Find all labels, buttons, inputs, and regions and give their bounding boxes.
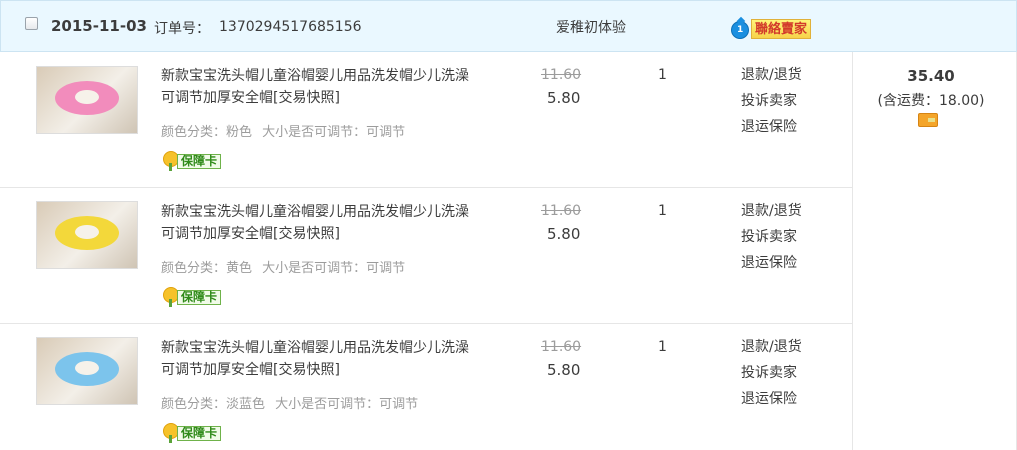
unit-price: 5.80 [547, 89, 581, 107]
order-date: 2015-11-03 [51, 17, 147, 35]
original-price: 11.60 [541, 339, 582, 355]
product-title-line-1: 新款宝宝洗头帽儿童浴帽婴儿用品洗发帽少儿洗澡 [161, 204, 469, 220]
quantity: 1 [658, 67, 667, 83]
product-title-link[interactable]: 新款宝宝洗头帽儿童浴帽婴儿用品洗发帽少儿洗澡 可调节加厚安全帽[交易快照] [161, 201, 501, 245]
original-price: 11.60 [541, 203, 582, 219]
product-thumbnail[interactable] [36, 337, 138, 405]
shower-cap-image [55, 216, 119, 250]
product-title-line-2: 可调节加厚安全帽[交易快照] [161, 362, 340, 378]
order-select-checkbox[interactable] [25, 17, 38, 30]
unit-price: 5.80 [547, 361, 581, 379]
product-title-link[interactable]: 新款宝宝洗头帽儿童浴帽婴儿用品洗发帽少儿洗澡 可调节加厚安全帽[交易快照] [161, 65, 501, 109]
guarantee-card-label: 保障卡 [177, 154, 222, 169]
product-thumbnail[interactable] [36, 201, 138, 269]
guarantee-card-label: 保障卡 [177, 290, 222, 305]
order-total-amount: 35.40 [907, 67, 955, 85]
spec-size: 大小是否可调节：可调节 [262, 261, 406, 276]
product-title-line-2: 可调节加厚安全帽[交易快照] [161, 226, 340, 242]
product-thumbnail[interactable] [36, 66, 138, 134]
wangwang-badge: 1 [737, 25, 744, 35]
order-total-column: 35.40 (含运费：18.00) [852, 52, 1017, 450]
item-actions: 退款/退货 投诉卖家 退运保险 [741, 334, 802, 412]
product-title-line-1: 新款宝宝洗头帽儿童浴帽婴儿用品洗发帽少儿洗澡 [161, 68, 469, 84]
complain-seller-link[interactable]: 投诉卖家 [741, 88, 802, 114]
refund-return-link[interactable]: 退款/退货 [741, 198, 802, 224]
order-header: 2015-11-03 订单号： 1370294517685156 爱稚初体验 1… [0, 0, 1017, 52]
product-spec: 颜色分类：黄色 大小是否可调节：可调节 [161, 257, 411, 276]
spec-color: 颜色分类：淡蓝色 [161, 397, 266, 412]
complain-seller-link[interactable]: 投诉卖家 [741, 224, 802, 250]
refund-return-link[interactable]: 退款/退货 [741, 334, 802, 360]
spec-color: 颜色分类：黄色 [161, 261, 253, 276]
order-card: 2015-11-03 订单号： 1370294517685156 爱稚初体验 1… [0, 0, 1017, 450]
guarantee-card-badge[interactable]: 保障卡 [161, 151, 225, 171]
shower-cap-image [55, 352, 119, 386]
quantity: 1 [658, 203, 667, 219]
item-actions: 退款/退货 投诉卖家 退运保险 [741, 198, 802, 276]
original-price: 11.60 [541, 67, 582, 83]
order-item-row: 新款宝宝洗头帽儿童浴帽婴儿用品洗发帽少儿洗澡 可调节加厚安全帽[交易快照] 颜色… [0, 52, 852, 188]
refund-return-link[interactable]: 退款/退货 [741, 62, 802, 88]
spec-size: 大小是否可调节：可调节 [275, 397, 419, 412]
guarantee-card-badge[interactable]: 保障卡 [161, 423, 225, 443]
guarantee-card-label: 保障卡 [177, 426, 222, 441]
spec-size: 大小是否可调节：可调节 [262, 125, 406, 140]
product-spec: 颜色分类：淡蓝色 大小是否可调节：可调节 [161, 393, 424, 412]
guarantee-card-badge[interactable]: 保障卡 [161, 287, 225, 307]
product-title-link[interactable]: 新款宝宝洗头帽儿童浴帽婴儿用品洗发帽少儿洗澡 可调节加厚安全帽[交易快照] [161, 337, 501, 381]
contact-seller-button[interactable]: 1 聯絡賣家 [731, 18, 817, 40]
order-item-row: 新款宝宝洗头帽儿童浴帽婴儿用品洗发帽少儿洗澡 可调节加厚安全帽[交易快照] 颜色… [0, 324, 852, 450]
item-actions: 退款/退货 投诉卖家 退运保险 [741, 62, 802, 140]
shipping-fee-note: (含运费：18.00) [877, 93, 985, 109]
order-number-label: 订单号： [154, 21, 210, 37]
product-title-line-1: 新款宝宝洗头帽儿童浴帽婴儿用品洗发帽少儿洗澡 [161, 340, 469, 356]
wangwang-chat-icon: 1 [731, 21, 749, 39]
shop-name-link[interactable]: 爱稚初体验 [556, 17, 626, 37]
return-shipping-insurance-link[interactable]: 退运保险 [741, 386, 802, 412]
return-shipping-insurance-link[interactable]: 退运保险 [741, 114, 802, 140]
product-title-line-2: 可调节加厚安全帽[交易快照] [161, 90, 340, 106]
order-number: 1370294517685156 [219, 19, 362, 35]
quantity: 1 [658, 339, 667, 355]
complain-seller-link[interactable]: 投诉卖家 [741, 360, 802, 386]
contact-seller-label: 聯絡賣家 [751, 19, 812, 39]
spec-color: 颜色分类：粉色 [161, 125, 253, 140]
unit-price: 5.80 [547, 225, 581, 243]
return-shipping-insurance-link[interactable]: 退运保险 [741, 250, 802, 276]
credit-card-icon[interactable] [918, 113, 938, 127]
product-spec: 颜色分类：粉色 大小是否可调节：可调节 [161, 121, 411, 140]
shower-cap-image [55, 81, 119, 115]
order-item-row: 新款宝宝洗头帽儿童浴帽婴儿用品洗发帽少儿洗澡 可调节加厚安全帽[交易快照] 颜色… [0, 188, 852, 324]
